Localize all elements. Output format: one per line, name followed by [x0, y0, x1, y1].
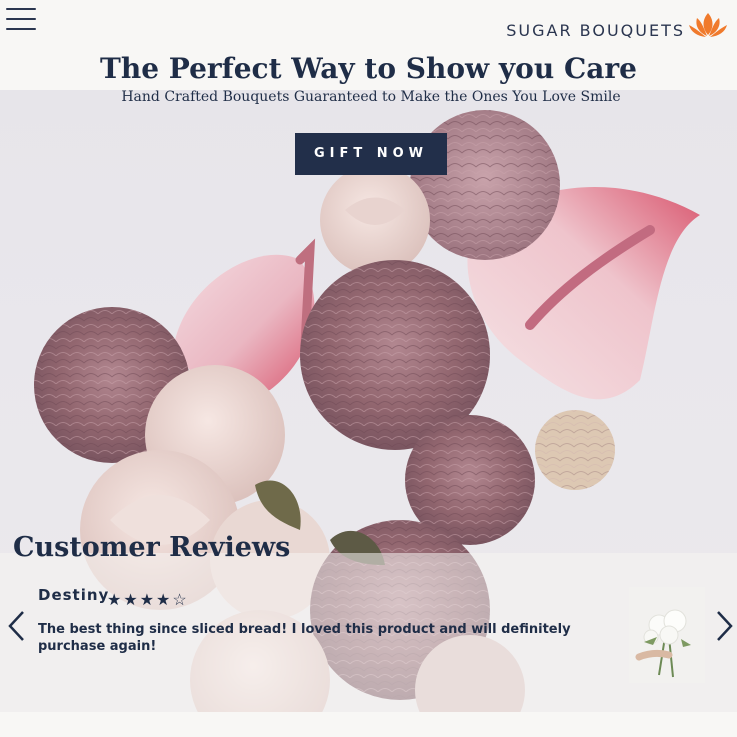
hero-title: The Perfect Way to Show you Care [100, 52, 637, 85]
lotus-icon [689, 13, 727, 37]
footer-strip [0, 712, 737, 737]
reviews-title: Customer Reviews [13, 532, 291, 563]
site-header: SUGAR BOUQUETS The Perfect Way to Show y… [0, 0, 737, 90]
hero-subtitle: Hand Crafted Bouquets Guaranteed to Make… [121, 89, 621, 105]
brand-name: SUGAR BOUQUETS [506, 21, 685, 40]
gift-now-button[interactable]: GIFT NOW [295, 133, 447, 175]
review-text: The best thing since sliced bread! I lov… [38, 622, 571, 654]
reviewer-name: Destiny [38, 586, 110, 604]
hamburger-menu-icon[interactable] [6, 8, 36, 32]
chevron-right-icon[interactable] [713, 609, 735, 643]
brand-logo[interactable]: SUGAR BOUQUETS [506, 10, 729, 40]
chevron-left-icon[interactable] [5, 609, 27, 643]
star-rating: ★★★★☆ [107, 590, 189, 609]
review-product-image[interactable] [629, 587, 705, 683]
